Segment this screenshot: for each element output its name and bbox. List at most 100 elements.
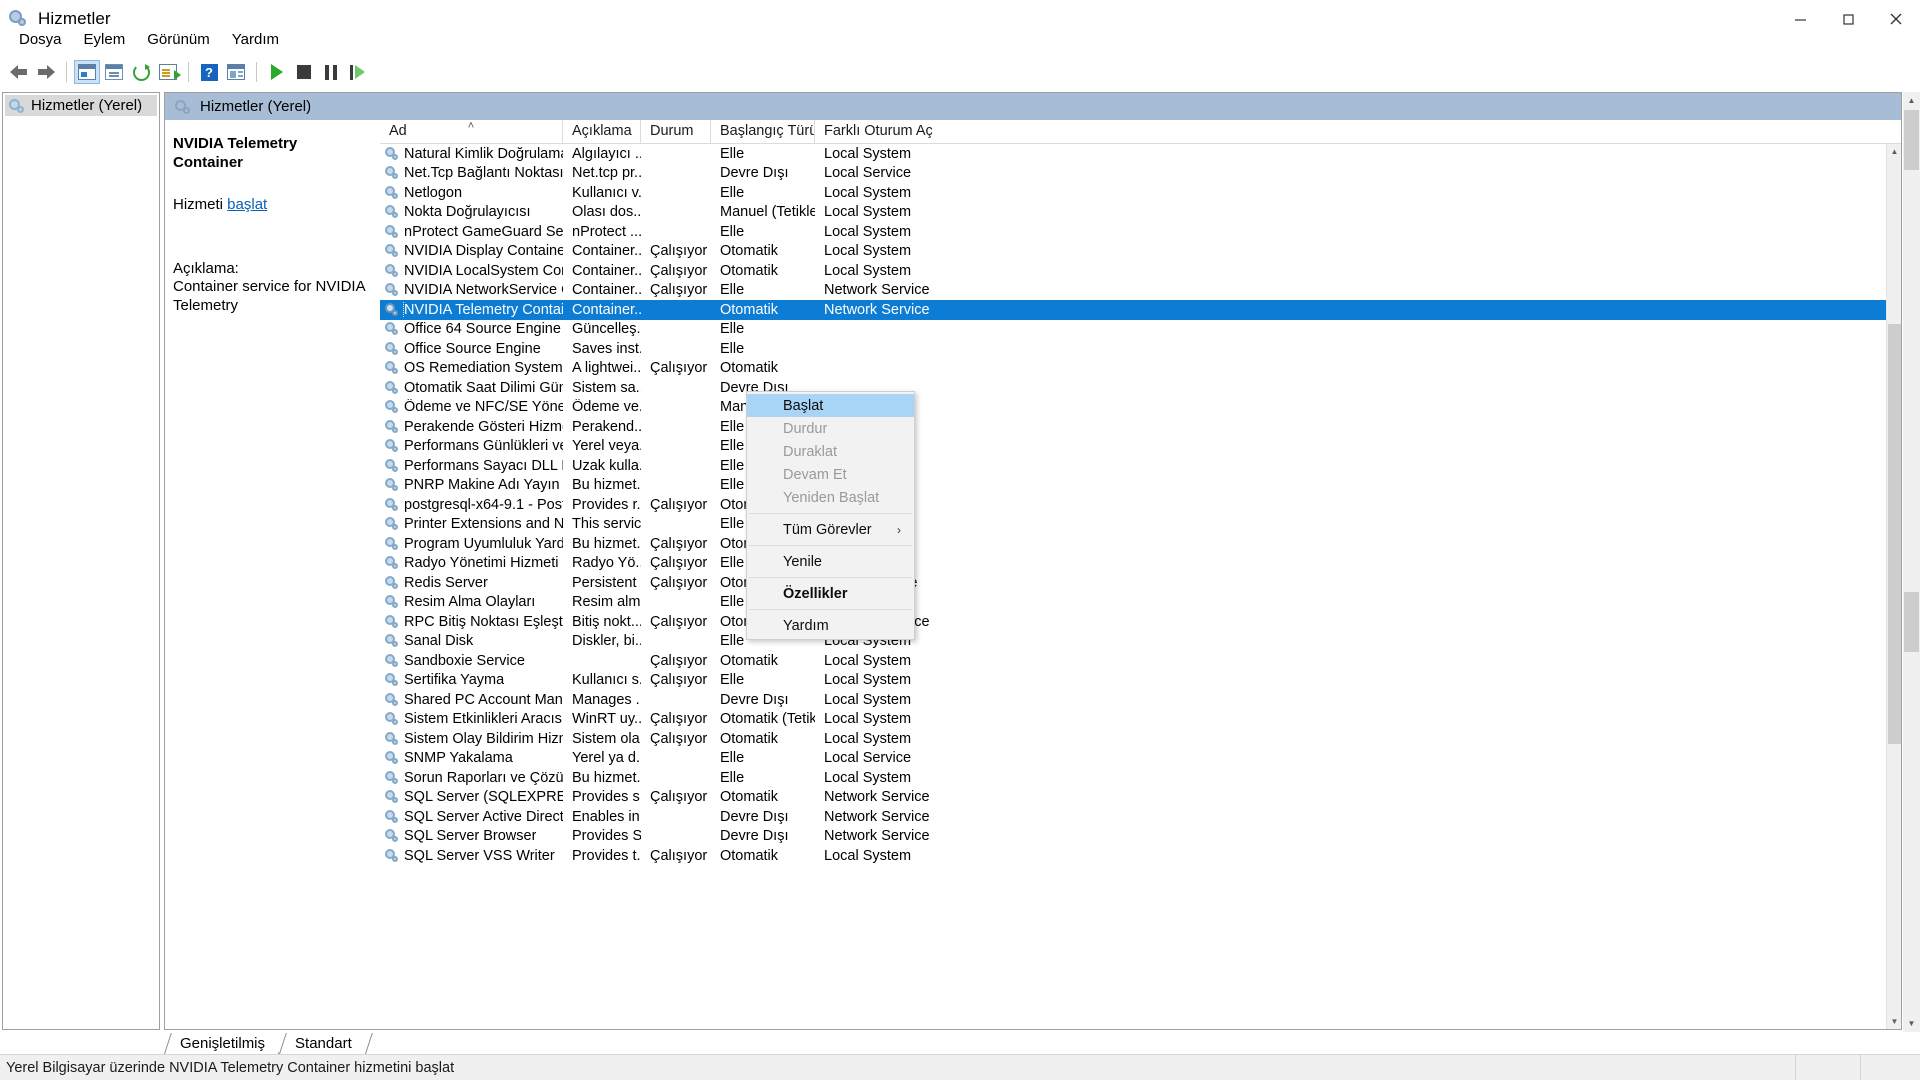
menu-yardim[interactable]: Yardım xyxy=(221,28,290,51)
column-header-name-label: Ad xyxy=(389,123,407,139)
stop-service-button[interactable] xyxy=(291,60,317,84)
table-row[interactable]: Sandboxie Service Çalışıyor Otomatik Local … xyxy=(380,651,1901,671)
cell-name: Shared PC Account Manager xyxy=(380,692,563,708)
table-row[interactable]: Netlogon Kullanıcı v... Elle Local System xyxy=(380,183,1901,203)
list-header: ˄ Ad Açıklama Durum Başlangıç Türü Farkl… xyxy=(380,120,1901,144)
properties-button[interactable] xyxy=(101,60,127,84)
table-row[interactable]: Sorun Raporları ve Çözümler... Bu hizmet.… xyxy=(380,768,1901,788)
tree-node-services-local[interactable]: Hizmetler (Yerel) xyxy=(5,95,157,116)
context-menu-item: Durdur xyxy=(747,417,914,440)
context-menu-item[interactable]: Tüm Görevler › xyxy=(747,518,914,541)
list-scrollbar[interactable]: ▲ ▼ xyxy=(1886,144,1901,1029)
table-row[interactable]: SNMP Yakalama Yerel ya d... Elle Local Serv… xyxy=(380,749,1901,769)
cell-logon: Local System xyxy=(824,672,912,689)
table-row[interactable]: Sertifika Yayma Kullanıcı s... Çalışıyor El… xyxy=(380,671,1901,691)
service-name-label: Redis Server xyxy=(404,574,488,591)
table-row[interactable]: Sistem Etkinlikleri Aracısı WinRT uy... Ça… xyxy=(380,710,1901,730)
cell-name: NVIDIA NetworkService Cont... xyxy=(380,282,563,298)
table-row[interactable]: Office 64 Source Engine Güncelleş... Elle xyxy=(380,320,1901,340)
tab-standart[interactable]: Standart xyxy=(279,1033,366,1054)
context-menu-item[interactable]: Özellikler xyxy=(747,582,914,605)
column-header-name[interactable]: ˄ Ad xyxy=(380,120,563,143)
export-list-button[interactable] xyxy=(155,60,181,84)
table-row[interactable]: SQL Server Browser Provides S... Devre Dış… xyxy=(380,827,1901,847)
scroll-down-icon[interactable]: ▼ xyxy=(1903,1015,1920,1032)
menu-dosya[interactable]: Dosya xyxy=(8,28,73,51)
context-menu-item[interactable]: Başlat xyxy=(747,394,914,417)
table-row[interactable]: OS Remediation System Ser... A lightwei..… xyxy=(380,359,1901,379)
cell-startup: Otomatik xyxy=(720,360,779,377)
table-row[interactable]: SQL Server VSS Writer Provides t... Çalışı… xyxy=(380,846,1901,866)
table-row[interactable]: SQL Server (SQLEXPRESS) Provides s... Çalı… xyxy=(380,788,1901,808)
menu-gorunum[interactable]: Görünüm xyxy=(136,28,221,51)
cell-logon: Local System xyxy=(824,769,912,786)
status-divider-2 xyxy=(1860,1054,1861,1080)
cell-description: Net.tcp pr... xyxy=(572,165,641,182)
service-gear-icon xyxy=(385,673,400,687)
table-row[interactable]: Nokta Doğrulayıcısı Olası dos... Manuel (T… xyxy=(380,203,1901,223)
back-button[interactable] xyxy=(6,60,32,84)
table-row[interactable]: Shared PC Account Manager Manages ... Devr… xyxy=(380,690,1901,710)
table-row[interactable]: Perakende Gösteri Hizmeti Perakend... Elle xyxy=(380,417,1901,437)
cell-status: Çalışıyor xyxy=(650,730,708,747)
show-action-pane-button[interactable] xyxy=(223,60,249,84)
service-gear-icon xyxy=(385,146,400,161)
table-row[interactable]: NVIDIA NetworkService Cont... Container..… xyxy=(380,281,1901,301)
table-row[interactable]: postgresql-x64-9.1 - Postgre... Provides … xyxy=(380,495,1901,515)
column-header-logon[interactable]: Farklı Oturum Aç xyxy=(815,120,941,143)
service-name-label: Program Uyumluluk Yardımc... xyxy=(404,535,563,552)
table-row[interactable]: NVIDIA Display Container LS Container... Ç… xyxy=(380,242,1901,262)
table-row[interactable]: Radyo Yönetimi Hizmeti Radyo Yö... Çalışıy… xyxy=(380,554,1901,574)
scroll-down-icon[interactable]: ▼ xyxy=(1887,1014,1901,1029)
forward-button[interactable] xyxy=(33,60,59,84)
table-row[interactable]: Ödeme ve NFC/SE YöneticisiÖdeme ve...Man… xyxy=(380,398,1901,418)
table-row[interactable]: Natural Kimlik Doğrulaması Algılayıcı ...… xyxy=(380,144,1901,164)
start-service-link[interactable]: başlat xyxy=(227,196,267,213)
table-row[interactable]: Program Uyumluluk Yardımc... Bu hizmet...… xyxy=(380,534,1901,554)
cell-name: NVIDIA Telemetry Container xyxy=(380,301,563,318)
description-text: Container service for NVIDIA Telemetry xyxy=(173,277,365,315)
context-menu-item[interactable]: Yardım xyxy=(747,614,914,637)
cell-status: Çalışıyor xyxy=(650,535,708,552)
column-header-status[interactable]: Durum xyxy=(641,120,711,143)
refresh-button[interactable] xyxy=(128,60,154,84)
context-menu-item[interactable]: Yenile xyxy=(747,550,914,573)
table-row[interactable]: Sanal Disk Diskler, bi... Elle Local System xyxy=(380,632,1901,652)
scrollbar-thumb-bottom[interactable] xyxy=(1904,592,1919,652)
context-menu-item-label: Durdur xyxy=(783,420,828,437)
column-header-startup[interactable]: Başlangıç Türü xyxy=(711,120,815,143)
table-row[interactable]: PNRP Makine Adı Yayın Hiz... Bu hizmet...… xyxy=(380,476,1901,496)
table-row[interactable]: Performans Günlükleri ve Uy... Yerel veya… xyxy=(380,437,1901,457)
table-row[interactable]: Redis ServerPersistent ...ÇalışıyorOtoma… xyxy=(380,573,1901,593)
table-row[interactable]: nProtect GameGuard Service nProtect ... El… xyxy=(380,222,1901,242)
start-service-button[interactable] xyxy=(264,60,290,84)
table-row[interactable]: Printer Extensions and Notifi... This ser… xyxy=(380,515,1901,535)
show-hide-console-tree-button[interactable] xyxy=(74,60,100,84)
table-row[interactable]: NVIDIA Telemetry Container Container... Ot… xyxy=(380,300,1901,320)
window-scrollbar[interactable]: ▲ ▼ xyxy=(1903,92,1920,1032)
table-row[interactable]: SQL Server Active Directory ... Enables i… xyxy=(380,807,1901,827)
scroll-up-icon[interactable]: ▲ xyxy=(1887,144,1901,159)
menu-eylem[interactable]: Eylem xyxy=(73,28,137,51)
table-row[interactable]: Sistem Olay Bildirim Hizmeti Sistem ola..… xyxy=(380,729,1901,749)
cell-description: Container... xyxy=(572,301,641,318)
table-row[interactable]: Resim Alma OlaylarıResim alm...ElleLocal… xyxy=(380,593,1901,613)
restart-service-button[interactable] xyxy=(345,60,371,84)
context-menu-item-label: Özellikler xyxy=(783,585,848,602)
tab-genisletilmis[interactable]: Genişletilmiş xyxy=(164,1033,280,1054)
table-row[interactable]: Net.Tcp Bağlantı Noktası Pay... Net.tcp p… xyxy=(380,164,1901,184)
column-header-description[interactable]: Açıklama xyxy=(563,120,641,143)
table-row[interactable]: RPC Bitiş Noktası Eşleştiricisi Bitiş nok… xyxy=(380,612,1901,632)
scrollbar-thumb[interactable] xyxy=(1888,324,1901,744)
table-row[interactable]: Performans Sayacı DLL Konak Uzak kulla...… xyxy=(380,456,1901,476)
help-button[interactable]: ? xyxy=(196,60,222,84)
cell-startup: Elle xyxy=(720,184,745,201)
table-row[interactable]: NVIDIA LocalSystem Contain... Container..… xyxy=(380,261,1901,281)
toolbar-separator-2 xyxy=(188,62,189,82)
cell-startup: Devre Dışı xyxy=(720,808,789,825)
table-row[interactable]: Otomatik Saat Dilimi Güncel... Sistem sa.… xyxy=(380,378,1901,398)
table-row[interactable]: Office Source Engine Saves inst... Elle xyxy=(380,339,1901,359)
scrollbar-thumb-top[interactable] xyxy=(1904,110,1919,170)
pause-service-button[interactable] xyxy=(318,60,344,84)
scroll-up-icon[interactable]: ▲ xyxy=(1903,92,1920,109)
